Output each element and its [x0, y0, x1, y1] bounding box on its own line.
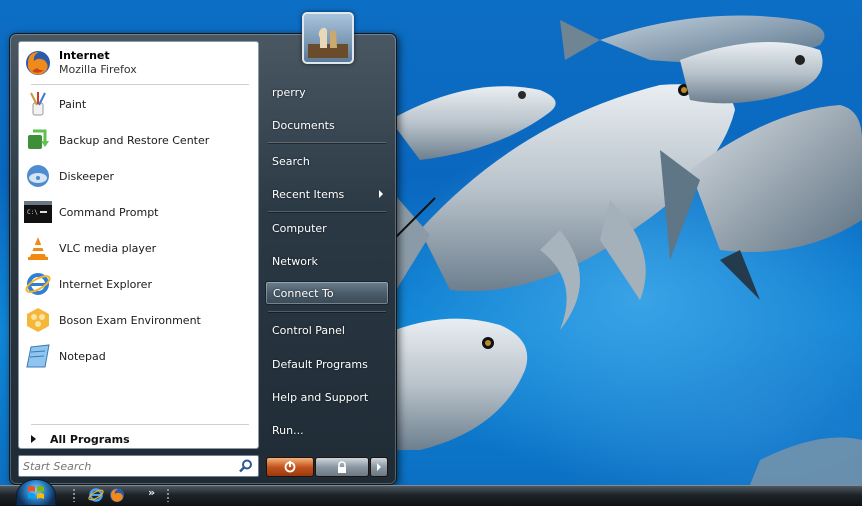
right-item-connect-to[interactable]: Connect To	[265, 281, 389, 305]
arrow-right-icon	[31, 435, 36, 443]
right-separator	[268, 211, 386, 212]
chess-pieces-icon	[308, 27, 348, 58]
right-item-computer[interactable]: Computer	[265, 216, 389, 240]
start-menu-programs-pane: Internet Mozilla Firefox Paint Backup an…	[18, 41, 259, 449]
right-item-label: Documents	[272, 118, 335, 132]
submenu-arrow-icon	[379, 190, 383, 198]
program-item-command-prompt[interactable]: C:\ Command Prompt	[23, 196, 255, 228]
all-programs-label: All Programs	[50, 432, 130, 446]
power-buttons	[266, 457, 388, 477]
paint-icon	[23, 89, 53, 119]
program-item-internet-explorer[interactable]: Internet Explorer	[23, 268, 255, 300]
start-button[interactable]	[16, 479, 56, 506]
vlc-icon	[23, 233, 53, 263]
program-label: VLC media player	[59, 241, 157, 255]
program-item-boson[interactable]: Boson Exam Environment	[23, 304, 255, 336]
pinned-item-title: Internet	[59, 49, 110, 62]
internet-explorer-icon[interactable]	[88, 487, 104, 503]
power-icon	[284, 461, 296, 473]
right-separator	[268, 311, 386, 312]
right-item-label: Search	[272, 154, 310, 168]
start-menu: Internet Mozilla Firefox Paint Backup an…	[9, 12, 397, 485]
program-label: Diskeeper	[59, 169, 115, 183]
program-label: Command Prompt	[59, 205, 159, 219]
sleep-button[interactable]	[266, 457, 314, 477]
program-item-diskeeper[interactable]: Diskeeper	[23, 160, 255, 192]
pinned-item-internet[interactable]: Internet Mozilla Firefox	[23, 45, 255, 81]
quick-launch-grip[interactable]	[72, 488, 76, 502]
right-item-recent-items[interactable]: Recent Items	[265, 182, 389, 206]
program-label: Paint	[59, 97, 87, 111]
taskbar	[0, 485, 862, 506]
lock-button[interactable]	[315, 457, 369, 477]
program-item-vlc[interactable]: VLC media player	[23, 232, 255, 264]
right-item-label: Recent Items	[272, 187, 345, 201]
right-item-label: Default Programs	[272, 357, 368, 371]
backup-restore-icon	[23, 125, 53, 155]
right-item-label: Run...	[272, 423, 304, 437]
notepad-icon	[23, 341, 53, 371]
right-item-network[interactable]: Network	[265, 249, 389, 273]
firefox-icon[interactable]	[109, 487, 125, 503]
command-prompt-icon: C:\	[23, 197, 53, 227]
all-programs-button[interactable]: All Programs	[23, 429, 255, 449]
program-label: Notepad	[59, 349, 106, 363]
right-item-default-programs[interactable]: Default Programs	[265, 352, 389, 376]
right-item-label: Connect To	[273, 286, 334, 300]
program-label: Boson Exam Environment	[59, 313, 201, 327]
start-search-box[interactable]	[18, 455, 259, 477]
right-item-user[interactable]: rperry	[265, 80, 389, 104]
right-item-search[interactable]: Search	[265, 149, 389, 173]
diskeeper-icon	[23, 161, 53, 191]
right-item-control-panel[interactable]: Control Panel	[265, 318, 389, 342]
internet-explorer-icon	[23, 269, 53, 299]
right-item-documents[interactable]: Documents	[265, 113, 389, 137]
right-item-run[interactable]: Run...	[265, 418, 389, 442]
program-label: Internet Explorer	[59, 277, 152, 291]
program-item-backup-restore[interactable]: Backup and Restore Center	[23, 124, 255, 156]
search-icon[interactable]	[239, 459, 253, 473]
boson-icon	[23, 305, 53, 335]
quick-launch-overflow-button[interactable]: »	[148, 486, 155, 499]
svg-text:C:\: C:\	[27, 209, 38, 216]
right-item-help-support[interactable]: Help and Support	[265, 385, 389, 409]
right-item-label: Control Panel	[272, 323, 345, 337]
right-item-label: Help and Support	[272, 390, 369, 404]
program-item-notepad[interactable]: Notepad	[23, 340, 255, 372]
start-search-input[interactable]	[23, 459, 233, 473]
right-separator	[268, 142, 386, 143]
all-programs-separator	[31, 424, 249, 425]
lock-icon	[338, 461, 346, 473]
power-options-button[interactable]	[370, 457, 388, 477]
program-label: Backup and Restore Center	[59, 133, 210, 147]
right-item-label: Network	[272, 254, 318, 268]
pinned-item-subtitle: Mozilla Firefox	[59, 63, 137, 76]
taskbar-grip[interactable]	[166, 488, 170, 502]
program-item-paint[interactable]: Paint	[23, 88, 255, 120]
user-avatar[interactable]	[302, 12, 354, 64]
chevron-right-icon	[377, 463, 381, 471]
firefox-icon	[23, 48, 53, 78]
windows-logo-icon	[28, 485, 44, 499]
right-item-label: Computer	[272, 221, 327, 235]
right-item-label: rperry	[272, 85, 306, 99]
pinned-separator	[31, 84, 249, 85]
